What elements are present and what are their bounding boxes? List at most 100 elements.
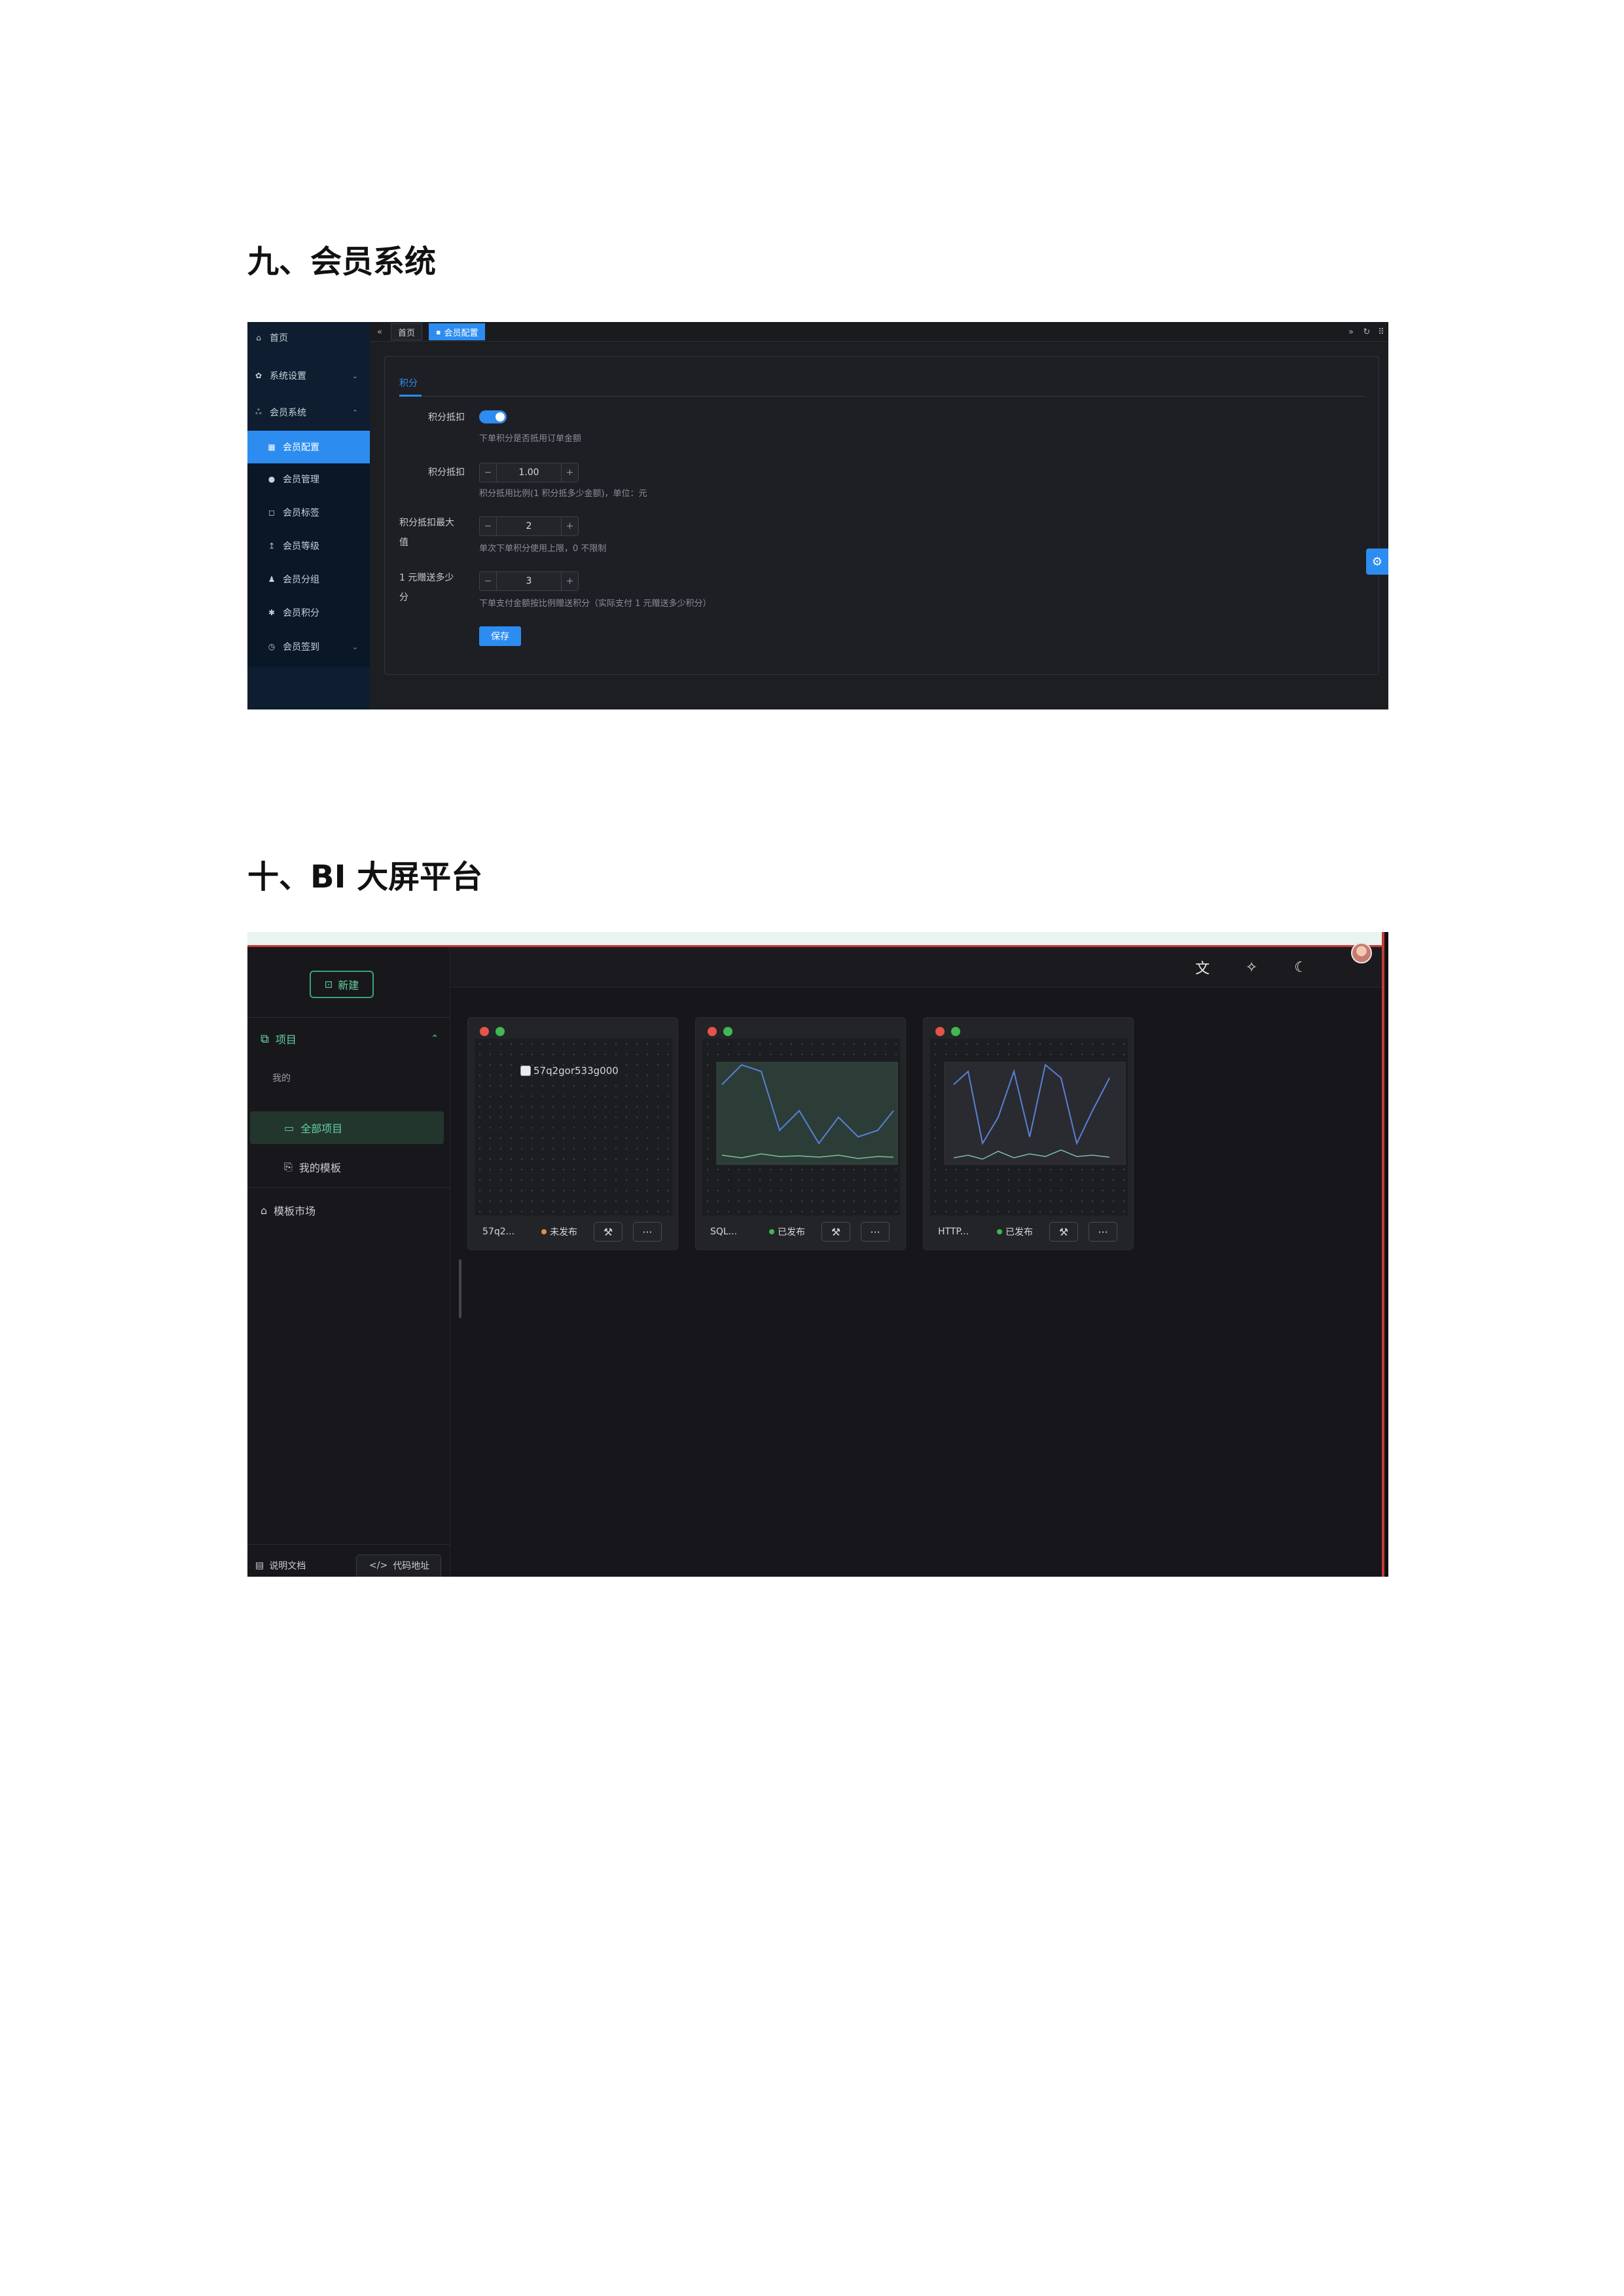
chevron-up-icon: ⌃	[431, 1033, 439, 1044]
project-preview[interactable]	[702, 1039, 900, 1215]
window-dots	[708, 1027, 732, 1036]
close-dot-icon[interactable]	[935, 1027, 945, 1036]
edit-button[interactable]: ⚒	[594, 1222, 623, 1242]
code-link[interactable]: </> 代码地址	[369, 1559, 429, 1572]
plus-button[interactable]: +	[561, 463, 578, 482]
store-icon: ⌂	[261, 1204, 268, 1217]
sidebar-item-label: 会员签到	[283, 642, 319, 653]
new-file-icon: ⊡	[324, 978, 333, 990]
sidebar-item-member-manage[interactable]: ● 会员管理	[247, 465, 370, 493]
tab-points[interactable]: 积分	[399, 376, 418, 389]
preview-chart	[716, 1062, 898, 1165]
chevron-down-icon: ⌄	[352, 642, 358, 651]
project-card[interactable]: SQL... 已发布 ⚒ ···	[695, 1017, 906, 1250]
home-icon: ⌂	[256, 333, 261, 342]
give-label-line2: 分	[399, 592, 408, 603]
sidebar: ⊡ 新建 ⧉ 项目 ⌃ 我的 ▭ 全部项目 ⎘ 我的模板 ⌂ 模板市场 ▤ 说明…	[247, 947, 450, 1577]
avatar[interactable]	[1351, 942, 1372, 963]
tab-scroll-left-icon[interactable]: «	[372, 325, 387, 339]
minus-button[interactable]: −	[480, 517, 497, 535]
minus-button[interactable]: −	[480, 572, 497, 590]
member-config-panel: 积分 积分抵扣 下单积分是否抵用订单金额 积分抵扣 − 1.00 + 积分抵用比…	[384, 356, 1379, 675]
new-project-button[interactable]: ⊡ 新建	[310, 971, 374, 998]
sidebar-item-member-group[interactable]: ♟ 会员分组	[247, 565, 370, 594]
browser-strip	[247, 932, 1388, 945]
menu-my-templates[interactable]: ⎘ 我的模板	[284, 1159, 341, 1175]
expand-dot-icon[interactable]	[723, 1027, 732, 1036]
more-button[interactable]: ···	[633, 1222, 662, 1242]
group-icon: ♟	[268, 575, 276, 584]
give-help: 下单支付金额按比例赠送积分（实际支付 1 元赠送多少积分）	[479, 599, 712, 609]
edit-button[interactable]: ⚒	[821, 1222, 850, 1242]
tab-scroll-right-icon[interactable]: »	[1344, 325, 1358, 339]
give-label-line1: 1 元赠送多少	[399, 573, 454, 583]
alarm-icon: ◷	[268, 642, 276, 651]
close-dot-icon[interactable]	[480, 1027, 489, 1036]
menu-label: 全部项目	[300, 1122, 343, 1135]
doc-icon: ▤	[255, 1560, 264, 1571]
more-button[interactable]: ···	[1089, 1222, 1117, 1242]
tab-home[interactable]: 首页	[391, 323, 423, 340]
menu-all-projects[interactable]: ▭ 全部项目	[284, 1120, 342, 1136]
menu-label: 模板市场	[274, 1205, 316, 1217]
give-stepper[interactable]: − 3 +	[479, 571, 579, 591]
sidebar-item-member-points[interactable]: ✱ 会员积分	[247, 598, 370, 627]
ratio-help: 积分抵用比例(1 积分抵多少金额)，单位：元	[479, 489, 647, 499]
toggle-label: 积分抵扣	[428, 412, 465, 423]
sidebar-item-member-signin[interactable]: ◷ 会员签到 ⌄	[247, 632, 370, 661]
settings-gear-icon[interactable]: ⚙	[1366, 548, 1388, 575]
save-button[interactable]: 保存	[479, 626, 521, 646]
minus-button[interactable]: −	[480, 463, 497, 482]
sidebar-item-system-settings[interactable]: ✿ 系统设置 ⌄	[247, 361, 370, 390]
project-card[interactable]: HTTP... 已发布 ⚒ ···	[923, 1017, 1134, 1250]
more-button[interactable]: ···	[861, 1222, 890, 1242]
moon-icon[interactable]: ☾	[1291, 958, 1310, 977]
close-dot-icon[interactable]	[708, 1027, 717, 1036]
ratio-stepper[interactable]: − 1.00 +	[479, 463, 579, 482]
scrollbar[interactable]	[459, 1259, 461, 1318]
wrench-icon: ⚒	[603, 1225, 613, 1238]
expand-dot-icon[interactable]	[951, 1027, 960, 1036]
apps-icon[interactable]: ⠿	[1374, 325, 1388, 339]
sidebar-item-home[interactable]: ⌂ 首页	[247, 323, 370, 352]
plus-button[interactable]: +	[561, 517, 578, 535]
status-dot	[997, 1229, 1002, 1234]
more-icon: ···	[642, 1225, 653, 1238]
max-label-line2: 值	[399, 537, 408, 548]
window-dots	[480, 1027, 505, 1036]
max-value[interactable]: 2	[497, 521, 561, 531]
user-icon: ●	[268, 475, 276, 484]
plus-button[interactable]: +	[561, 572, 578, 590]
bi-platform-screenshot: ⊡ 新建 ⧉ 项目 ⌃ 我的 ▭ 全部项目 ⎘ 我的模板 ⌂ 模板市场 ▤ 说明…	[247, 932, 1388, 1577]
sidebar-item-label: 会员管理	[283, 475, 319, 485]
max-label-line1: 积分抵扣最大	[399, 518, 454, 528]
menu-projects[interactable]: ⧉ 项目 ⌃	[261, 1031, 444, 1047]
menu-template-market[interactable]: ⌂ 模板市场	[261, 1202, 316, 1218]
refresh-icon[interactable]: ↻	[1360, 325, 1374, 339]
translate-icon[interactable]: 文	[1193, 958, 1212, 977]
expand-dot-icon[interactable]	[496, 1027, 505, 1036]
magic-wand-icon[interactable]: ✧	[1242, 958, 1261, 977]
member-system-screenshot: ⌂ 首页 ✿ 系统设置 ⌄ ஃ 会员系统 ⌃ ▦ 会员配置 ● 会员管理 ◻ 会…	[247, 322, 1388, 709]
edit-button[interactable]: ⚒	[1049, 1222, 1078, 1242]
sidebar-item-member-system[interactable]: ஃ 会员系统 ⌃	[247, 398, 370, 427]
status-dot	[541, 1229, 547, 1234]
project-card[interactable]: 57q2gor533g000 57q2... 未发布 ⚒ ···	[467, 1017, 678, 1250]
sidebar-item-member-level[interactable]: ↥ 会员等级	[247, 531, 370, 560]
ratio-value[interactable]: 1.00	[497, 467, 561, 478]
project-preview[interactable]: 57q2gor533g000	[475, 1039, 672, 1215]
monitor-icon: ▭	[284, 1121, 295, 1134]
docs-link[interactable]: ▤ 说明文档	[255, 1559, 306, 1572]
give-value[interactable]: 3	[497, 576, 561, 586]
status-badge: 已发布	[769, 1225, 805, 1238]
menu-label: 我的模板	[298, 1162, 341, 1174]
max-stepper[interactable]: − 2 +	[479, 516, 579, 536]
tab-member-config[interactable]: ▪ 会员配置	[429, 323, 486, 340]
sidebar-item-label: 系统设置	[270, 371, 306, 382]
sidebar-item-member-tags[interactable]: ◻ 会员标签	[247, 498, 370, 527]
sidebar-item-member-config[interactable]: ▦ 会员配置	[247, 431, 370, 463]
project-preview[interactable]	[930, 1039, 1128, 1215]
sidebar-item-label: 会员标签	[283, 508, 319, 518]
points-deduct-toggle[interactable]	[479, 410, 507, 423]
level-icon: ↥	[268, 541, 276, 550]
